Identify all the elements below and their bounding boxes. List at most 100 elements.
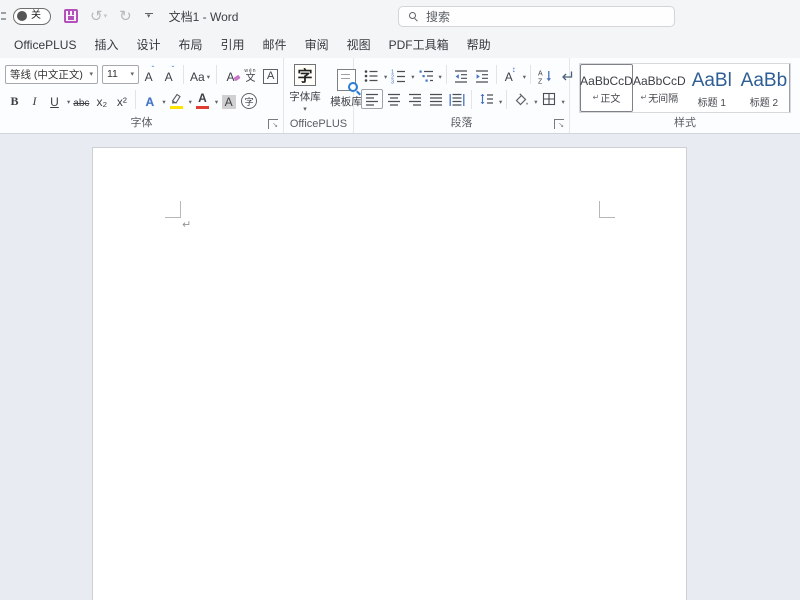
tab-view[interactable]: 视图 [338, 32, 380, 58]
highlight-color-button[interactable] [167, 89, 186, 109]
paragraph-dialog-launcher-icon[interactable]: ↘ [554, 119, 564, 129]
chevron-down-icon[interactable]: ▾ [439, 73, 442, 81]
customize-quick-access-toolbar-icon[interactable]: ▾ [145, 13, 153, 19]
justify-button[interactable] [426, 89, 446, 109]
character-border-button[interactable]: A [261, 64, 280, 84]
tab-help[interactable]: 帮助 [458, 32, 500, 58]
asian-layout-button[interactable]: A↕ [501, 64, 520, 84]
chevron-down-icon: ▾ [85, 70, 93, 78]
chevron-down-icon[interactable]: ▾ [534, 98, 537, 106]
font-dialog-launcher-icon[interactable]: ↘ [268, 119, 278, 129]
redo-icon[interactable]: ↻ [119, 9, 132, 24]
svg-text:A: A [538, 71, 543, 78]
highlight-color-swatch [170, 106, 183, 109]
font-color-button[interactable]: A [193, 89, 212, 109]
chevron-down-icon[interactable]: ▾ [384, 73, 387, 81]
officeplus-group-label: OfficePLUS [284, 118, 353, 130]
chevron-down-icon[interactable]: ▾ [189, 98, 192, 106]
line-spacing-button[interactable] [476, 89, 496, 109]
subscript-button[interactable]: x₂ [92, 89, 111, 109]
enclose-characters-button[interactable]: 字 [239, 89, 259, 109]
italic-button[interactable]: I [25, 89, 44, 109]
search-box[interactable] [398, 6, 675, 27]
clipped-autosave-fragment [1, 12, 6, 20]
text-effects-button[interactable]: A [140, 89, 159, 109]
decrease-indent-icon [453, 68, 469, 84]
numbering-button[interactable]: 123 [388, 64, 408, 84]
separator [496, 65, 497, 84]
borders-button[interactable] [539, 89, 559, 109]
autosave-toggle[interactable]: 关 [13, 8, 51, 25]
styles-gallery: AaBbCcD ↵正文 AaBbCcD ↵无间隔 AaBl 标题 1 AaBb … [579, 63, 791, 113]
template-library-icon [337, 69, 356, 91]
separator [135, 90, 136, 109]
superscript-button[interactable]: x² [112, 89, 131, 109]
undo-dropdown-icon[interactable]: ▾ [104, 12, 108, 20]
separator [216, 65, 217, 84]
font-size-combo[interactable]: 11 ▾ [102, 65, 139, 84]
multilevel-list-button[interactable] [416, 64, 436, 84]
align-left-button[interactable] [361, 89, 383, 109]
multilevel-list-icon [418, 68, 434, 84]
clear-formatting-button[interactable]: A [221, 64, 240, 84]
align-right-button[interactable] [405, 89, 425, 109]
paragraph-group: ▾ 123 ▾ ▾ A↕ ▾ AZ [354, 58, 570, 133]
chevron-down-icon: ▾ [303, 105, 307, 113]
shrink-font-button[interactable]: Aˇ [160, 64, 179, 84]
font-name-combo[interactable]: 等线 (中文正文) ▾ [5, 65, 98, 84]
document-page[interactable]: ↵ [92, 147, 687, 600]
search-input[interactable] [426, 10, 626, 24]
styles-group-label: 样式 [570, 114, 800, 130]
grow-font-button[interactable]: Aˆ [140, 64, 159, 84]
character-shading-button[interactable]: A [219, 89, 238, 109]
align-center-button[interactable] [384, 89, 404, 109]
tab-design[interactable]: 设计 [128, 32, 170, 58]
increase-indent-button[interactable] [472, 64, 492, 84]
highlighter-pen-icon [169, 93, 183, 105]
autosave-state-label: 关 [31, 11, 41, 21]
chevron-down-icon[interactable]: ▾ [67, 98, 70, 106]
tab-insert[interactable]: 插入 [85, 32, 127, 58]
strikethrough-button[interactable]: abc [71, 89, 91, 109]
phonetic-guide-button[interactable]: wén文 [241, 64, 260, 84]
bullets-button[interactable] [361, 64, 381, 84]
style-card-heading1[interactable]: AaBl 标题 1 [686, 64, 738, 112]
save-icon[interactable] [64, 9, 78, 23]
align-right-icon [407, 91, 423, 107]
borders-grid-icon [541, 91, 557, 107]
search-icon [409, 12, 418, 21]
return-mark-icon: ↵ [593, 93, 600, 102]
align-left-icon [364, 91, 380, 107]
change-case-button[interactable]: Aa▾ [188, 64, 212, 84]
line-spacing-icon [478, 91, 494, 107]
chevron-down-icon[interactable]: ▾ [499, 98, 502, 106]
chevron-down-icon[interactable]: ▾ [215, 98, 218, 106]
tab-pdf-tools[interactable]: PDF工具箱 [380, 32, 458, 58]
chevron-down-icon[interactable]: ▾ [523, 73, 526, 81]
font-library-icon: 字 [294, 64, 316, 86]
distributed-button[interactable] [447, 89, 467, 109]
chevron-down-icon[interactable]: ▾ [562, 98, 565, 106]
tab-references[interactable]: 引用 [212, 32, 254, 58]
paragraph-group-label: 段落 [354, 114, 569, 130]
underline-button[interactable]: U [45, 89, 64, 109]
style-card-no-spacing[interactable]: AaBbCcD ↵无间隔 [633, 64, 686, 112]
undo-icon[interactable]: ↺ [90, 9, 103, 24]
separator [446, 65, 447, 84]
ribbon: 等线 (中文正文) ▾ 11 ▾ Aˆ Aˇ Aa▾ A wén文 A B I … [0, 58, 800, 134]
chevron-down-icon[interactable]: ▾ [162, 98, 165, 106]
shading-button[interactable] [511, 89, 531, 109]
tab-review[interactable]: 审阅 [296, 32, 338, 58]
style-card-normal[interactable]: AaBbCcD ↵正文 [580, 64, 633, 112]
tab-mailings[interactable]: 邮件 [254, 32, 296, 58]
chevron-down-icon: ▾ [126, 70, 134, 78]
separator [506, 90, 507, 109]
chevron-down-icon[interactable]: ▾ [411, 73, 414, 81]
sort-button[interactable]: AZ [535, 64, 555, 84]
style-card-heading2[interactable]: AaBb 标题 2 [738, 64, 790, 112]
tab-layout[interactable]: 布局 [170, 32, 212, 58]
tab-officeplus[interactable]: OfficePLUS [5, 32, 85, 58]
bold-button[interactable]: B [5, 89, 24, 109]
font-library-button[interactable]: 字 字体库 ▾ [288, 64, 322, 113]
decrease-indent-button[interactable] [451, 64, 471, 84]
